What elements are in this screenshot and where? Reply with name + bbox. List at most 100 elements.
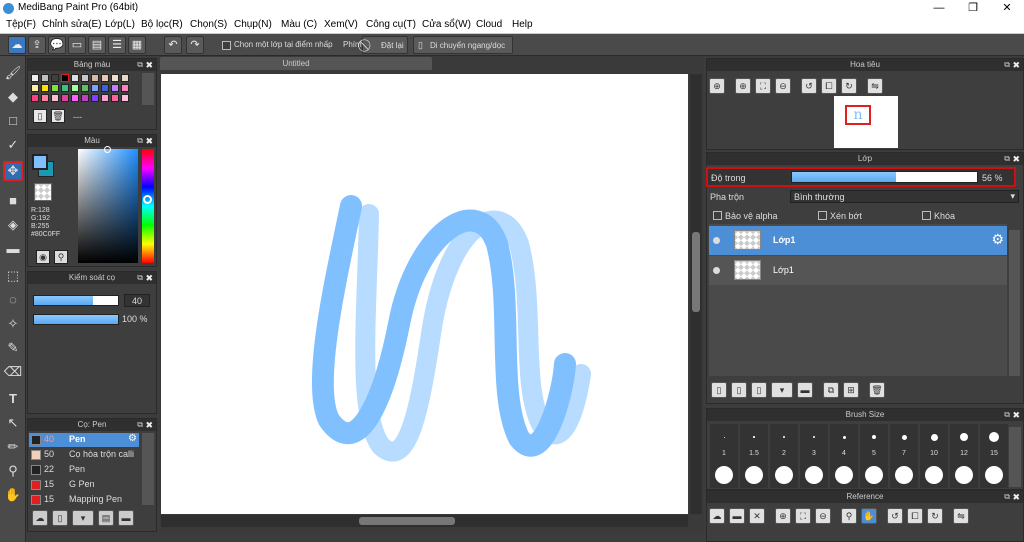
pin-icon[interactable]: ⧉ — [1004, 59, 1010, 71]
select-eraser-icon[interactable]: ⌫ — [3, 362, 23, 382]
brush-size-cell[interactable] — [920, 462, 948, 488]
brush-size-cell[interactable] — [860, 462, 888, 488]
palette-swatch[interactable] — [81, 84, 89, 92]
blend-mode-select[interactable]: Bình thường ▾ — [790, 190, 1019, 203]
palette-swatch[interactable] — [81, 74, 89, 82]
document-tab[interactable]: Untitled — [160, 57, 432, 70]
hand-tool-icon[interactable]: ✋ — [3, 485, 23, 505]
list-icon[interactable]: ☰ — [108, 36, 126, 54]
color-wheel-icon[interactable]: ◉ — [36, 250, 50, 264]
eyedropper-icon[interactable]: ⚲ — [54, 250, 68, 264]
brush-size-value[interactable]: 40 — [124, 294, 150, 307]
close-icon[interactable]: ✖ — [145, 272, 153, 284]
visibility-icon[interactable] — [713, 267, 720, 274]
palette-swatch[interactable] — [91, 74, 99, 82]
menu-select[interactable]: Chọn(S) — [190, 19, 227, 30]
brush-list-item[interactable]: 50 Cọ hòa trộn calli — [29, 448, 139, 462]
menu-color[interactable]: Màu (C) — [281, 19, 317, 30]
delete-layer-icon[interactable]: 🗑 — [869, 382, 885, 398]
palette-swatch[interactable] — [121, 94, 129, 102]
close-icon[interactable]: ✖ — [145, 59, 153, 71]
brush-list-item[interactable]: 15 Mapping Pen — [29, 493, 139, 507]
palette-swatch[interactable] — [71, 74, 79, 82]
palette-swatch[interactable] — [101, 84, 109, 92]
canvas[interactable] — [161, 74, 688, 514]
palette-swatch[interactable] — [81, 94, 89, 102]
layer-folder-icon[interactable]: ▬ — [797, 382, 813, 398]
move-horizontal-vertical-button[interactable]: ▯ Di chuyển ngang/dọc — [413, 36, 513, 54]
layer-row[interactable]: Lớp1 — [709, 256, 1007, 285]
menu-capture[interactable]: Chụp(N) — [234, 19, 272, 30]
brush-list-item[interactable]: 15 G Pen — [29, 478, 139, 492]
palette-swatch[interactable] — [111, 84, 119, 92]
menu-help[interactable]: Help — [512, 19, 533, 30]
pin-icon[interactable]: ⧉ — [1004, 491, 1010, 503]
new-palette-icon[interactable]: ▯ — [33, 109, 47, 123]
palette-swatch[interactable] — [91, 84, 99, 92]
palette-scrollbar[interactable] — [142, 73, 154, 105]
palette-swatch[interactable] — [51, 84, 59, 92]
menu-view[interactable]: Xem(V) — [324, 19, 358, 30]
palette-swatch[interactable] — [101, 74, 109, 82]
minimize-button[interactable]: — — [922, 0, 956, 17]
palette-swatch[interactable] — [51, 94, 59, 102]
lasso-select-icon[interactable]: ◌ — [3, 290, 23, 310]
pin-icon[interactable]: ⧉ — [137, 272, 143, 284]
cloud-icon[interactable]: ☁ — [8, 36, 26, 54]
divide-tool-icon[interactable]: ✏ — [3, 437, 23, 457]
flip-reference-icon[interactable]: ⇋ — [953, 508, 969, 524]
palette-swatch[interactable] — [71, 94, 79, 102]
menu-cloud[interactable]: Cloud — [476, 19, 502, 30]
document-icon[interactable]: ▤ — [88, 36, 106, 54]
select-pen-tool-icon[interactable]: ✎ — [3, 338, 23, 358]
close-icon[interactable]: ✖ — [1012, 153, 1020, 165]
eyedropper-reference-icon[interactable]: ⚲ — [841, 508, 857, 524]
new-layer-icon[interactable]: ▯ — [711, 382, 727, 398]
comment-icon[interactable]: 💬 — [48, 36, 66, 54]
close-icon[interactable]: ✖ — [145, 419, 153, 431]
delete-palette-icon[interactable]: 🗑 — [51, 109, 65, 123]
pin-icon[interactable]: ⧉ — [137, 59, 143, 71]
zoom-out-reference-icon[interactable]: ⊖ — [815, 508, 831, 524]
brush-size-cell[interactable] — [710, 462, 738, 488]
rotate-right-reference-icon[interactable]: ↻ — [927, 508, 943, 524]
hue-slider[interactable] — [142, 149, 154, 263]
select-pen-icon[interactable]: ✓ — [3, 135, 23, 155]
undo-icon[interactable]: ↶ — [164, 36, 182, 54]
palette-swatch[interactable] — [41, 84, 49, 92]
brush-opacity-slider[interactable] — [33, 314, 119, 325]
palette-swatch[interactable] — [61, 94, 69, 102]
brush-size-cell[interactable] — [830, 462, 858, 488]
pin-icon[interactable]: ⧉ — [137, 135, 143, 147]
rotate-left-icon[interactable]: ↺ — [801, 78, 817, 94]
palette-swatch[interactable] — [121, 84, 129, 92]
new-layer-1bit-icon[interactable]: ▯ — [751, 382, 767, 398]
reset-reference-icon[interactable]: ⧠ — [907, 508, 923, 524]
new-brush-icon[interactable]: ▯ — [52, 510, 68, 526]
horizontal-scroll-thumb[interactable] — [359, 517, 455, 525]
open-reference-icon[interactable]: ▬ — [729, 508, 745, 524]
reset-button[interactable]: ⃠ Đặt lại — [362, 36, 408, 54]
message-icon[interactable]: ▭ — [68, 36, 86, 54]
fit-screen-icon[interactable]: ⛶ — [755, 78, 771, 94]
palette-swatch[interactable] — [51, 74, 59, 82]
menu-layer[interactable]: Lớp(L) — [105, 19, 135, 30]
gradient-tool-icon[interactable]: ▬ — [3, 239, 23, 259]
flip-icon[interactable]: ⇋ — [867, 78, 883, 94]
grid-icon[interactable]: ▦ — [128, 36, 146, 54]
palette-swatch[interactable] — [111, 94, 119, 102]
eyedropper-tool-icon[interactable]: ⚲ — [3, 461, 23, 481]
add-layer-menu-icon[interactable]: ▾ — [771, 382, 793, 398]
reset-view-icon[interactable]: ⧠ — [821, 78, 837, 94]
lock-checkbox[interactable] — [922, 211, 931, 220]
brush-settings-icon[interactable]: ▤ — [98, 510, 114, 526]
horizontal-scrollbar[interactable] — [161, 515, 688, 527]
brush-list-item[interactable]: 22 Pen — [29, 463, 139, 477]
eraser-tool-icon[interactable]: ◆ — [3, 87, 23, 107]
redo-icon[interactable]: ↷ — [186, 36, 204, 54]
brush-size-scrollbar[interactable] — [1009, 427, 1021, 487]
magic-wand-icon[interactable]: ✧ — [3, 314, 23, 334]
gear-icon[interactable]: ⚙ — [128, 433, 137, 444]
share-icon[interactable]: ⇪ — [28, 36, 46, 54]
brush-size-cell[interactable] — [950, 462, 978, 488]
